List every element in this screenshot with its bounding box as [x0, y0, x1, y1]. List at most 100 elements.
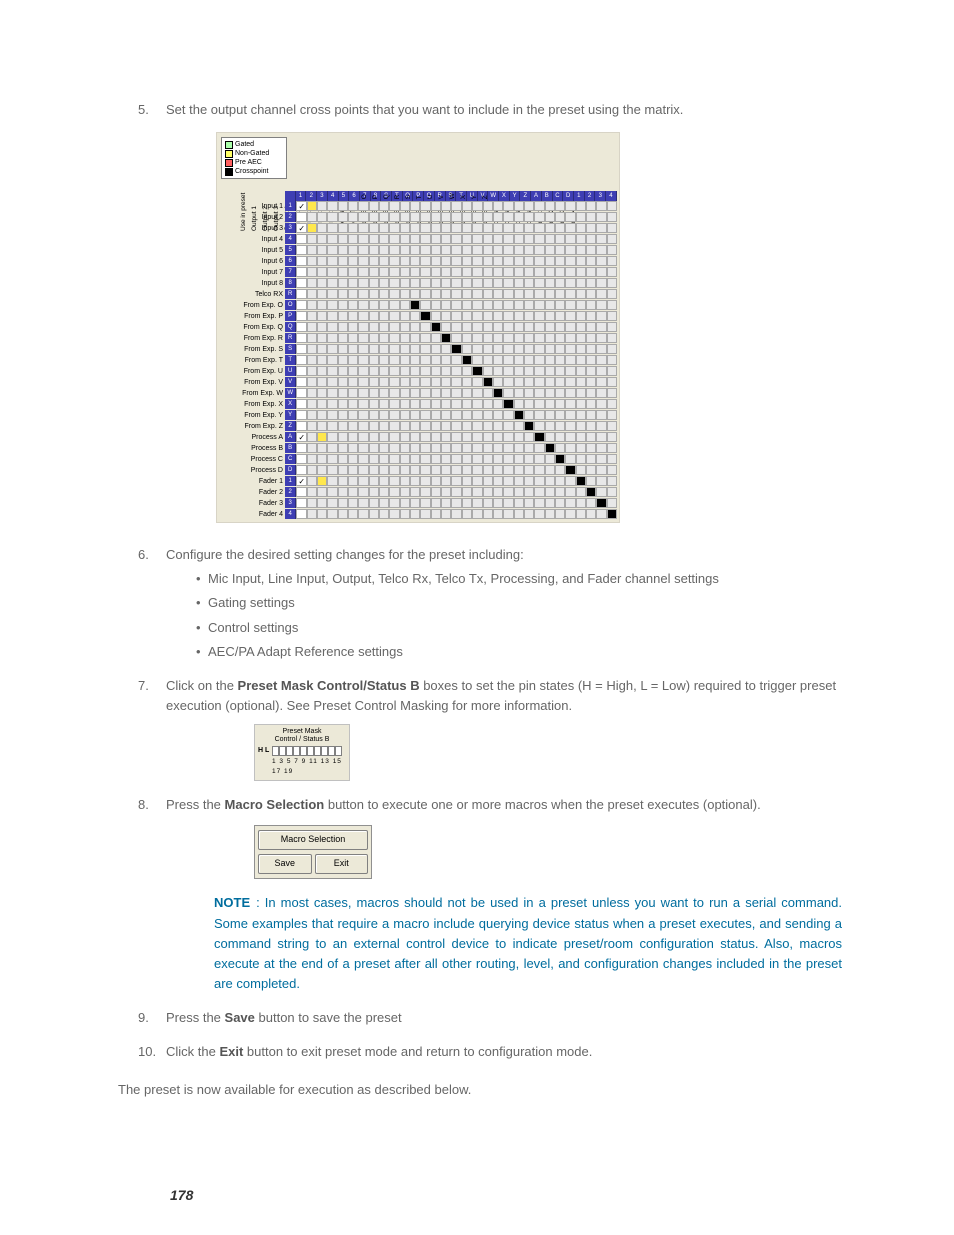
- matrix-cell[interactable]: [472, 278, 482, 288]
- matrix-cell[interactable]: [420, 256, 430, 266]
- matrix-cell[interactable]: [514, 256, 524, 266]
- macro-selection-button[interactable]: Macro Selection: [258, 830, 368, 850]
- matrix-cell[interactable]: [379, 300, 389, 310]
- matrix-cell[interactable]: [534, 355, 544, 365]
- matrix-cell[interactable]: [462, 465, 472, 475]
- matrix-cell[interactable]: [472, 245, 482, 255]
- matrix-cell[interactable]: [483, 201, 493, 211]
- matrix-cell[interactable]: [462, 223, 472, 233]
- mask-cell[interactable]: [328, 746, 335, 756]
- matrix-cell[interactable]: [431, 399, 441, 409]
- matrix-cell[interactable]: [607, 322, 617, 332]
- matrix-cell[interactable]: [307, 432, 317, 442]
- matrix-cell[interactable]: [348, 322, 358, 332]
- matrix-cell[interactable]: [358, 509, 368, 519]
- use-in-preset-checkbox[interactable]: [296, 267, 306, 277]
- matrix-cell[interactable]: [420, 498, 430, 508]
- matrix-cell[interactable]: [576, 476, 586, 486]
- matrix-cell[interactable]: [514, 487, 524, 497]
- matrix-cell[interactable]: [348, 487, 358, 497]
- matrix-cell[interactable]: [503, 256, 513, 266]
- use-in-preset-checkbox[interactable]: [296, 355, 306, 365]
- matrix-cell[interactable]: [317, 410, 327, 420]
- matrix-cell[interactable]: [410, 344, 420, 354]
- matrix-cell[interactable]: [503, 267, 513, 277]
- matrix-cell[interactable]: [431, 300, 441, 310]
- matrix-cell[interactable]: [524, 498, 534, 508]
- matrix-cell[interactable]: [348, 366, 358, 376]
- matrix-cell[interactable]: [514, 432, 524, 442]
- matrix-cell[interactable]: [410, 465, 420, 475]
- matrix-cell[interactable]: [493, 212, 503, 222]
- matrix-cell[interactable]: [338, 498, 348, 508]
- matrix-cell[interactable]: [586, 509, 596, 519]
- matrix-cell[interactable]: [483, 278, 493, 288]
- matrix-cell[interactable]: [358, 223, 368, 233]
- matrix-cell[interactable]: [483, 245, 493, 255]
- matrix-cell[interactable]: [534, 300, 544, 310]
- matrix-cell[interactable]: [483, 432, 493, 442]
- matrix-cell[interactable]: [369, 465, 379, 475]
- matrix-cell[interactable]: [369, 289, 379, 299]
- matrix-cell[interactable]: [472, 344, 482, 354]
- matrix-cell[interactable]: [379, 223, 389, 233]
- matrix-cell[interactable]: [514, 223, 524, 233]
- matrix-cell[interactable]: [483, 454, 493, 464]
- matrix-cell[interactable]: [493, 498, 503, 508]
- matrix-cell[interactable]: [607, 498, 617, 508]
- matrix-cell[interactable]: [586, 377, 596, 387]
- matrix-cell[interactable]: [420, 212, 430, 222]
- matrix-cell[interactable]: [493, 300, 503, 310]
- matrix-cell[interactable]: [420, 344, 430, 354]
- matrix-cell[interactable]: [524, 256, 534, 266]
- matrix-cell[interactable]: [358, 344, 368, 354]
- matrix-cell[interactable]: [503, 234, 513, 244]
- matrix-cell[interactable]: [462, 234, 472, 244]
- matrix-cell[interactable]: [327, 355, 337, 365]
- matrix-cell[interactable]: [451, 234, 461, 244]
- matrix-cell[interactable]: [431, 454, 441, 464]
- matrix-cell[interactable]: [607, 399, 617, 409]
- matrix-cell[interactable]: [472, 432, 482, 442]
- matrix-cell[interactable]: [451, 355, 461, 365]
- matrix-cell[interactable]: [431, 355, 441, 365]
- matrix-cell[interactable]: [534, 410, 544, 420]
- matrix-cell[interactable]: [338, 465, 348, 475]
- matrix-cell[interactable]: [524, 311, 534, 321]
- matrix-cell[interactable]: [565, 432, 575, 442]
- matrix-cell[interactable]: [534, 344, 544, 354]
- matrix-cell[interactable]: [565, 388, 575, 398]
- matrix-cell[interactable]: [483, 388, 493, 398]
- matrix-cell[interactable]: [586, 300, 596, 310]
- matrix-cell[interactable]: [483, 234, 493, 244]
- matrix-cell[interactable]: [534, 289, 544, 299]
- matrix-cell[interactable]: [586, 267, 596, 277]
- matrix-cell[interactable]: [493, 245, 503, 255]
- matrix-cell[interactable]: [545, 498, 555, 508]
- matrix-cell[interactable]: [451, 399, 461, 409]
- matrix-cell[interactable]: [576, 377, 586, 387]
- matrix-cell[interactable]: [379, 432, 389, 442]
- matrix-cell[interactable]: [534, 201, 544, 211]
- matrix-cell[interactable]: [514, 278, 524, 288]
- matrix-cell[interactable]: [338, 267, 348, 277]
- matrix-cell[interactable]: [596, 465, 606, 475]
- matrix-cell[interactable]: [338, 344, 348, 354]
- matrix-cell[interactable]: [493, 223, 503, 233]
- mask-cell[interactable]: [272, 746, 279, 756]
- matrix-cell[interactable]: [514, 289, 524, 299]
- matrix-cell[interactable]: [307, 300, 317, 310]
- matrix-cell[interactable]: [576, 355, 586, 365]
- matrix-cell[interactable]: [369, 212, 379, 222]
- matrix-cell[interactable]: [555, 300, 565, 310]
- matrix-cell[interactable]: [379, 289, 389, 299]
- matrix-cell[interactable]: [441, 476, 451, 486]
- matrix-cell[interactable]: [410, 201, 420, 211]
- matrix-cell[interactable]: [483, 476, 493, 486]
- matrix-cell[interactable]: [565, 399, 575, 409]
- matrix-cell[interactable]: [462, 498, 472, 508]
- use-in-preset-checkbox[interactable]: [296, 311, 306, 321]
- matrix-cell[interactable]: [565, 300, 575, 310]
- matrix-cell[interactable]: [596, 366, 606, 376]
- matrix-cell[interactable]: [483, 487, 493, 497]
